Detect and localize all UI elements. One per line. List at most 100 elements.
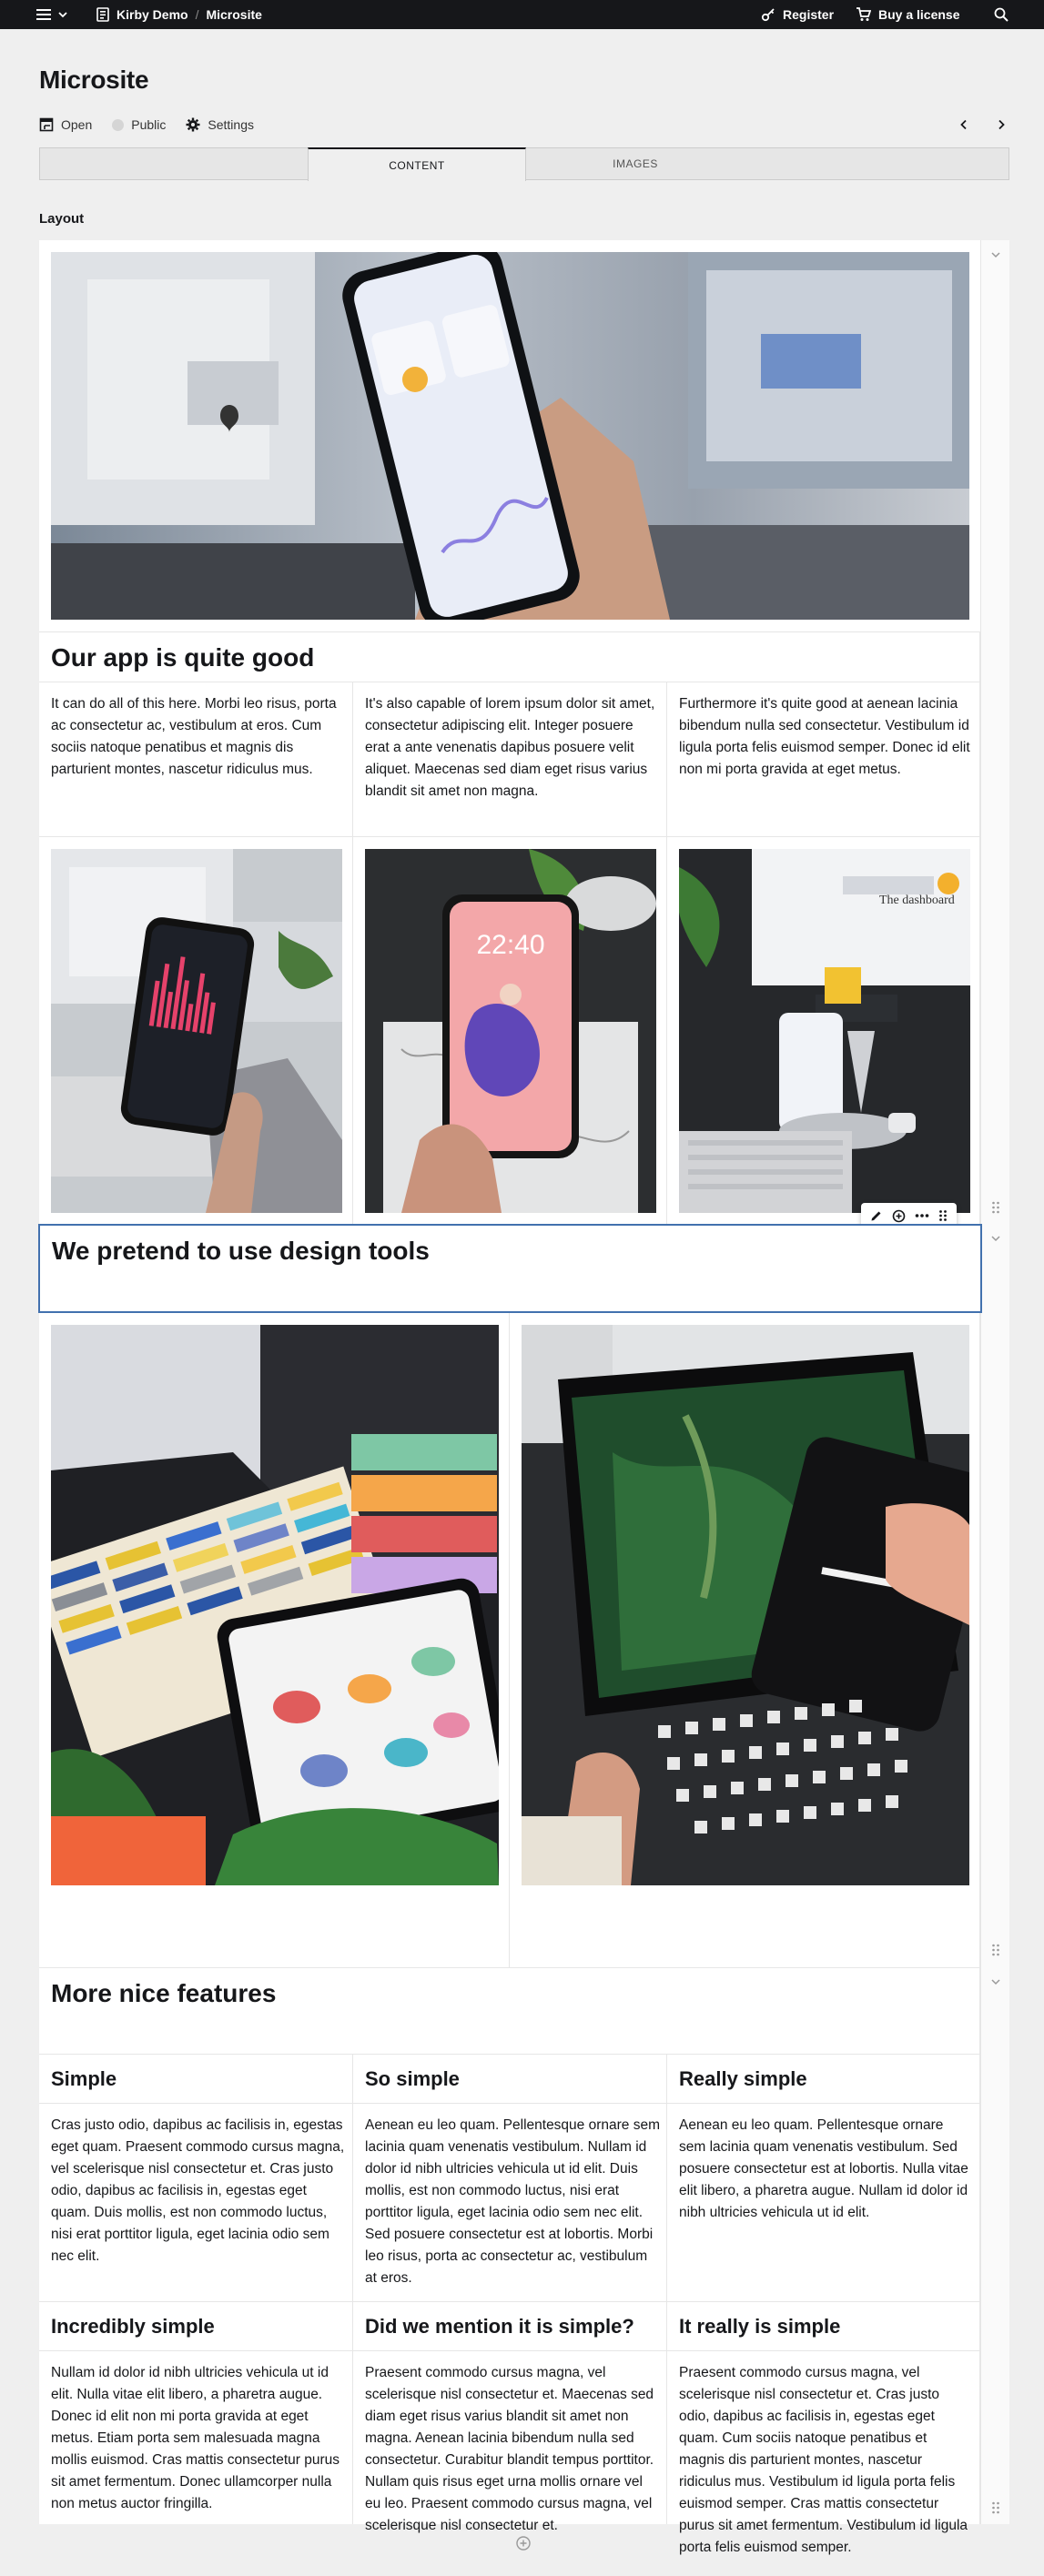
row-3-collapse-icon[interactable] [991, 1978, 1000, 1985]
feature-1-title: Simple [51, 2067, 117, 2090]
row-1-heading: Our app is quite good [51, 643, 315, 672]
site-icon [96, 7, 109, 22]
feature-1-text-cell[interactable]: Cras justo odio, dapibus ac facilisis in… [39, 2104, 353, 2302]
breadcrumb-site[interactable]: Kirby Demo [117, 7, 188, 22]
menu-button[interactable] [36, 0, 67, 29]
row-1-image-cell-2[interactable]: 22:40 [353, 837, 667, 1224]
cart-icon [856, 7, 871, 21]
row-2-heading: We pretend to use design tools [52, 1237, 430, 1265]
settings-button[interactable]: Settings [186, 117, 254, 132]
gear-icon [186, 117, 200, 132]
feature-3-title: Really simple [679, 2067, 807, 2090]
breadcrumb-separator: / [195, 7, 199, 22]
feature-6-title-cell[interactable]: It really is simple [667, 2302, 980, 2351]
add-row-button[interactable] [515, 2535, 532, 2551]
row-3-heading: More nice features [51, 1979, 277, 2007]
hamburger-icon [36, 9, 51, 20]
feature-5-text-cell[interactable]: Praesent commodo cursus magna, vel scele… [353, 2351, 667, 2533]
page-options: Open Public Settings [39, 115, 274, 135]
register-button[interactable]: Register [761, 0, 834, 29]
svg-text:The dashboard: The dashboard [879, 894, 955, 907]
feature-6-text-cell[interactable]: Praesent commodo cursus magna, vel scele… [667, 2351, 980, 2555]
chevron-right-icon [998, 119, 1005, 130]
feature-3-text-cell[interactable]: Aenean eu leo quam. Pellentesque ornare … [667, 2104, 980, 2302]
phone-image-illustration[interactable]: 22:40 [365, 849, 656, 1213]
row-1-col-3-text: Furthermore it's quite good at aenean la… [679, 696, 970, 777]
feature-2-title: So simple [365, 2067, 460, 2090]
design-swatches-image[interactable] [51, 1325, 499, 1885]
row-2-drag-handle-icon[interactable] [991, 1943, 1000, 1957]
key-icon [761, 8, 775, 22]
buy-license-button[interactable]: Buy a license [856, 0, 960, 29]
feature-6-text: Praesent commodo cursus magna, vel scele… [679, 2365, 968, 2555]
row-2-image-cell-2[interactable] [510, 1313, 980, 1967]
phone-image-earthquake[interactable] [51, 849, 342, 1213]
open-button[interactable]: Open [39, 117, 92, 132]
row-2-gutter [980, 1224, 1009, 1967]
row-1-heading-cell[interactable]: Our app is quite good [39, 631, 980, 682]
drag-icon[interactable] [938, 1209, 948, 1222]
prev-page-button[interactable] [959, 115, 968, 135]
open-label: Open [61, 117, 93, 132]
row-1-drag-handle-icon[interactable] [991, 1200, 1000, 1215]
feature-5-title: Did we mention it is simple? [365, 2315, 634, 2338]
feature-4-title-cell[interactable]: Incredibly simple [39, 2302, 353, 2351]
chevron-down-icon [58, 12, 67, 18]
layout-section-label: Layout [39, 211, 85, 227]
row-1-col-3[interactable]: Furthermore it's quite good at aenean la… [667, 682, 980, 837]
row-1-collapse-icon[interactable] [991, 251, 1000, 258]
add-circle-icon [516, 2536, 531, 2551]
hero-image[interactable] [51, 252, 969, 620]
feature-4-title: Incredibly simple [51, 2315, 215, 2338]
more-icon[interactable] [915, 1213, 929, 1218]
next-page-button[interactable] [997, 115, 1006, 135]
feature-1-title-cell[interactable]: Simple [39, 2055, 353, 2104]
row-2-heading-cell[interactable]: We pretend to use design tools [38, 1224, 982, 1313]
breadcrumb: Kirby Demo / Microsite [96, 0, 262, 29]
breadcrumb-page[interactable]: Microsite [206, 7, 261, 22]
search-icon [994, 7, 1009, 22]
chevron-left-icon [960, 119, 967, 130]
layout-field: Our app is quite good It can do all of t… [38, 240, 1009, 2555]
row-1-col-2[interactable]: It's also capable of lorem ipsum dolor s… [353, 682, 667, 837]
feature-5-text: Praesent commodo cursus magna, vel scele… [365, 2365, 654, 2533]
open-icon [39, 117, 54, 132]
svg-text:22:40: 22:40 [476, 930, 544, 960]
status-button[interactable]: Public [112, 117, 166, 132]
tab-empty[interactable] [40, 147, 308, 180]
feature-6-title: It really is simple [679, 2315, 841, 2338]
feature-2-title-cell[interactable]: So simple [353, 2055, 667, 2104]
tab-bar: CONTENT IMAGES [39, 147, 1009, 181]
tab-content[interactable]: CONTENT [308, 147, 526, 181]
feature-2-text-cell[interactable]: Aenean eu leo quam. Pellentesque ornare … [353, 2104, 667, 2302]
feature-4-text-cell[interactable]: Nullam id dolor id nibh ultricies vehicu… [39, 2351, 353, 2524]
page-title: Microsite [39, 66, 149, 94]
row-3-heading-cell[interactable]: More nice features [39, 1967, 980, 2055]
row-3-drag-handle-icon[interactable] [991, 2500, 1000, 2515]
phone-image-dashboard[interactable]: The dashboard [679, 849, 970, 1213]
feature-3-title-cell[interactable]: Really simple [667, 2055, 980, 2104]
tablet-drawing-image[interactable] [522, 1325, 969, 1885]
feature-1-text: Cras justo odio, dapibus ac facilisis in… [51, 2117, 345, 2264]
row-2-collapse-icon[interactable] [991, 1235, 1000, 1242]
search-button[interactable] [994, 0, 1009, 29]
tab-images[interactable]: IMAGES [526, 147, 745, 180]
row-1-gutter [980, 240, 1009, 1224]
row-1-col-1[interactable]: It can do all of this here. Morbi leo ri… [39, 682, 353, 837]
feature-2-text: Aenean eu leo quam. Pellentesque ornare … [365, 2117, 660, 2286]
feature-3-text: Aenean eu leo quam. Pellentesque ornare … [679, 2117, 968, 2220]
status-label: Public [131, 117, 167, 132]
status-dot-icon [112, 118, 125, 131]
row-1-image-cell-3[interactable]: The dashboard [667, 837, 980, 1224]
row-1-image-cell-1[interactable] [39, 837, 353, 1224]
settings-label: Settings [208, 117, 254, 132]
feature-5-title-cell[interactable]: Did we mention it is simple? [353, 2302, 667, 2351]
row-2-image-cell-1[interactable] [39, 1313, 510, 1967]
topbar: Kirby Demo / Microsite Register Buy a li… [0, 0, 1044, 29]
feature-4-text: Nullam id dolor id nibh ultricies vehicu… [51, 2365, 340, 2511]
edit-icon[interactable] [870, 1209, 883, 1222]
register-label: Register [783, 7, 835, 22]
add-icon[interactable] [892, 1209, 906, 1223]
row-1-col-2-text: It's also capable of lorem ipsum dolor s… [365, 696, 655, 799]
row-3-gutter [980, 1967, 1009, 2524]
